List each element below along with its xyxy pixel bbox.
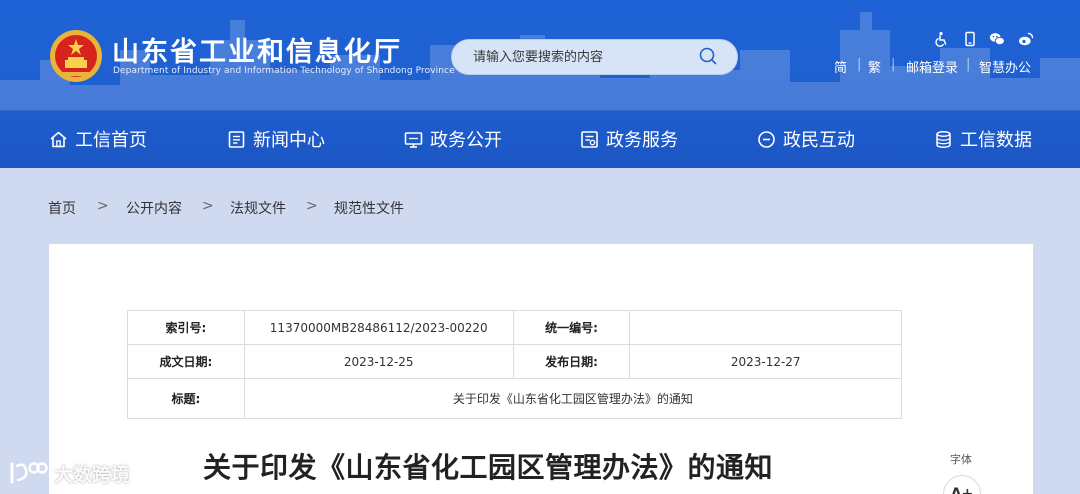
breadcrumb-item-normative-docs[interactable]: 规范性文件	[334, 198, 404, 218]
table-row: 标题: 关于印发《山东省化工园区管理办法》的通知	[127, 378, 903, 419]
nav-item-label: 工信数据	[960, 130, 1032, 151]
breadcrumb-separator: >	[306, 198, 318, 214]
unified-no-value	[629, 310, 902, 345]
title-label: 标题:	[127, 378, 245, 419]
content-panel: 索引号: 11370000MB28486112/2023-00220 统一编号:…	[49, 244, 1033, 494]
link-separator: |	[857, 57, 862, 72]
search-input[interactable]	[452, 40, 692, 74]
watermark-text: 大数跨境	[54, 464, 131, 486]
mail-login-link[interactable]: 邮箱登录	[906, 57, 958, 76]
site-header: 山东省工业和信息化厅 Department of Industry and In…	[0, 0, 1080, 168]
link-separator: |	[891, 57, 896, 72]
nav-item-label: 新闻中心	[253, 130, 325, 151]
monitor-icon	[404, 132, 423, 148]
table-row: 成文日期: 2023-12-25 发布日期: 2023-12-27	[127, 344, 902, 379]
traditional-chinese-link[interactable]: 繁	[868, 57, 881, 76]
mobile-icon[interactable]	[962, 31, 978, 47]
weibo-icon[interactable]	[1018, 31, 1034, 47]
nav-item-label: 政务公开	[430, 130, 502, 151]
document-meta-table: 索引号: 11370000MB28486112/2023-00220 统一编号:…	[127, 310, 903, 419]
watermark-logo-icon	[10, 462, 48, 484]
breadcrumb-item-regulations[interactable]: 法规文件	[230, 198, 286, 218]
index-no-value: 11370000MB28486112/2023-00220	[243, 310, 514, 345]
published-date-value: 2023-12-27	[629, 344, 902, 379]
news-icon	[228, 131, 245, 148]
site-subtitle: Department of Industry and Information T…	[113, 66, 455, 76]
database-icon	[936, 131, 951, 148]
created-date-label: 成文日期:	[127, 344, 245, 379]
nav-item-label: 工信首页	[75, 130, 147, 151]
site-title[interactable]: 山东省工业和信息化厅	[112, 30, 402, 69]
wechat-icon[interactable]	[989, 31, 1005, 47]
main-nav: 工信首页 新闻中心 政务公开 政务服务 政民互动 工信数据	[0, 118, 1080, 160]
top-icon-bar	[933, 31, 1035, 49]
chat-icon	[758, 131, 775, 148]
created-date-value: 2023-12-25	[243, 344, 514, 379]
document-title: 关于印发《山东省化工园区管理办法》的通知	[203, 451, 774, 484]
search-box[interactable]	[451, 39, 738, 75]
breadcrumb-item-home[interactable]: 首页	[48, 198, 76, 218]
font-increase-button[interactable]: A+	[943, 475, 981, 494]
table-row: 索引号: 11370000MB28486112/2023-00220 统一编号:	[127, 310, 902, 345]
home-icon	[50, 131, 67, 148]
nav-item-label: 政务服务	[606, 130, 678, 151]
breadcrumb-separator: >	[202, 198, 214, 214]
index-no-label: 索引号:	[127, 310, 245, 345]
nav-divider	[0, 110, 1080, 111]
link-separator: |	[966, 57, 971, 72]
accessibility-icon[interactable]	[933, 31, 949, 47]
title-value: 关于印发《山东省化工园区管理办法》的通知	[243, 378, 903, 419]
published-date-label: 发布日期:	[512, 344, 631, 379]
smart-office-link[interactable]: 智慧办公	[979, 57, 1031, 76]
unified-no-label: 统一编号:	[512, 310, 631, 345]
font-size-label: 字体	[950, 453, 972, 466]
search-icon[interactable]	[697, 45, 719, 67]
breadcrumb-separator: >	[97, 198, 109, 214]
nav-item-label: 政民互动	[783, 130, 855, 151]
service-icon	[581, 131, 598, 148]
national-emblem-icon[interactable]	[48, 28, 104, 84]
breadcrumb-item-public-content[interactable]: 公开内容	[126, 198, 182, 218]
simplified-chinese-link[interactable]: 简	[834, 57, 847, 76]
